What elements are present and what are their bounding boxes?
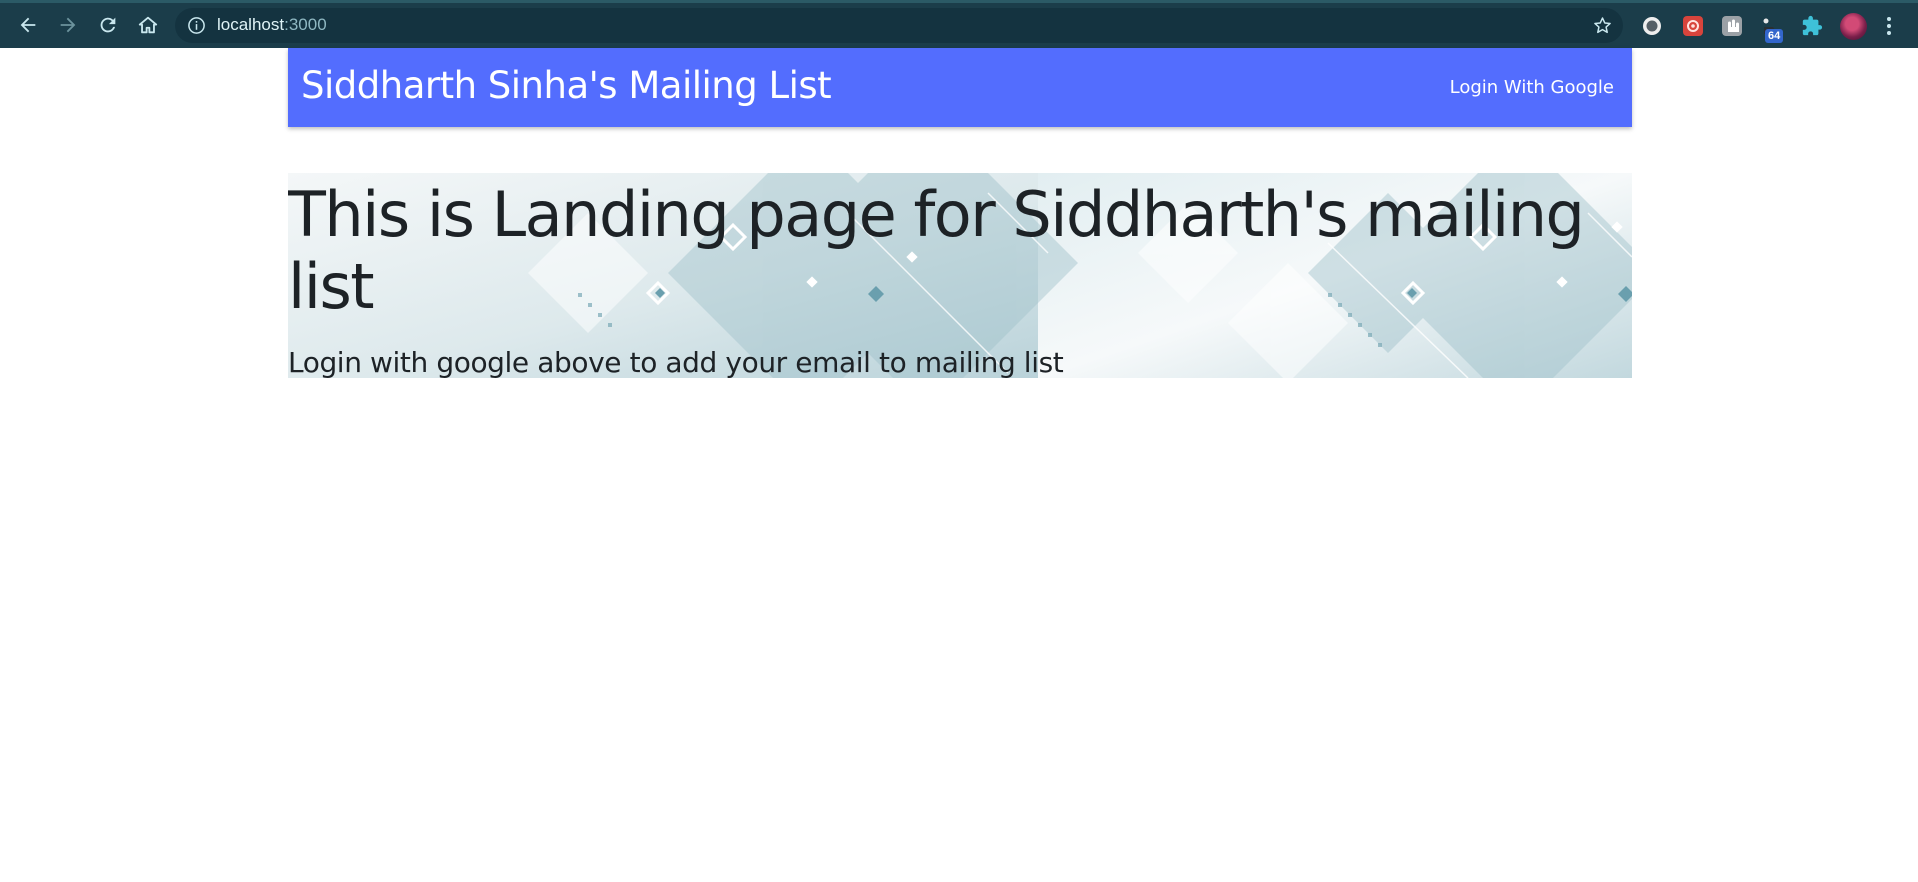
- extension-badge: 64: [1765, 29, 1784, 43]
- extensions-button[interactable]: [1800, 14, 1824, 38]
- hero-subtitle: Login with google above to add your emai…: [288, 346, 1064, 379]
- back-button[interactable]: [13, 10, 43, 40]
- grey-extension-button[interactable]: [1720, 14, 1744, 38]
- url-text[interactable]: localhost:3000: [217, 15, 327, 35]
- browser-toolbar: localhost:3000 64: [0, 0, 1918, 48]
- url-host: localhost: [217, 15, 285, 34]
- circle-extension-button[interactable]: [1640, 14, 1664, 38]
- site-navbar: Siddharth Sinha's Mailing List Login Wit…: [288, 48, 1632, 127]
- login-with-google-link[interactable]: Login With Google: [1450, 77, 1614, 99]
- reload-button[interactable]: [93, 10, 123, 40]
- home-button[interactable]: [133, 10, 163, 40]
- forward-arrow-icon: [60, 17, 76, 33]
- hero-title: This is Landing page for Siddharth's mai…: [288, 178, 1585, 323]
- star-icon[interactable]: [1592, 15, 1613, 36]
- red-extension-icon: [1683, 16, 1703, 36]
- profile-avatar[interactable]: [1840, 13, 1867, 40]
- info-icon[interactable]: [187, 16, 206, 35]
- brand-logo[interactable]: Siddharth Sinha's Mailing List: [301, 64, 832, 108]
- address-bar[interactable]: localhost:3000: [175, 8, 1623, 43]
- red-extension-button[interactable]: [1681, 14, 1705, 38]
- reload-icon: [100, 17, 116, 33]
- circle-extension-icon: [1643, 17, 1661, 35]
- more-vert-icon[interactable]: [1885, 15, 1893, 37]
- grey-extension-icon: [1722, 16, 1742, 36]
- home-icon: [138, 16, 158, 34]
- forward-button[interactable]: [53, 10, 83, 40]
- back-arrow-icon: [20, 17, 36, 33]
- url-port: :3000: [284, 15, 327, 34]
- puzzle-icon: [1802, 15, 1823, 36]
